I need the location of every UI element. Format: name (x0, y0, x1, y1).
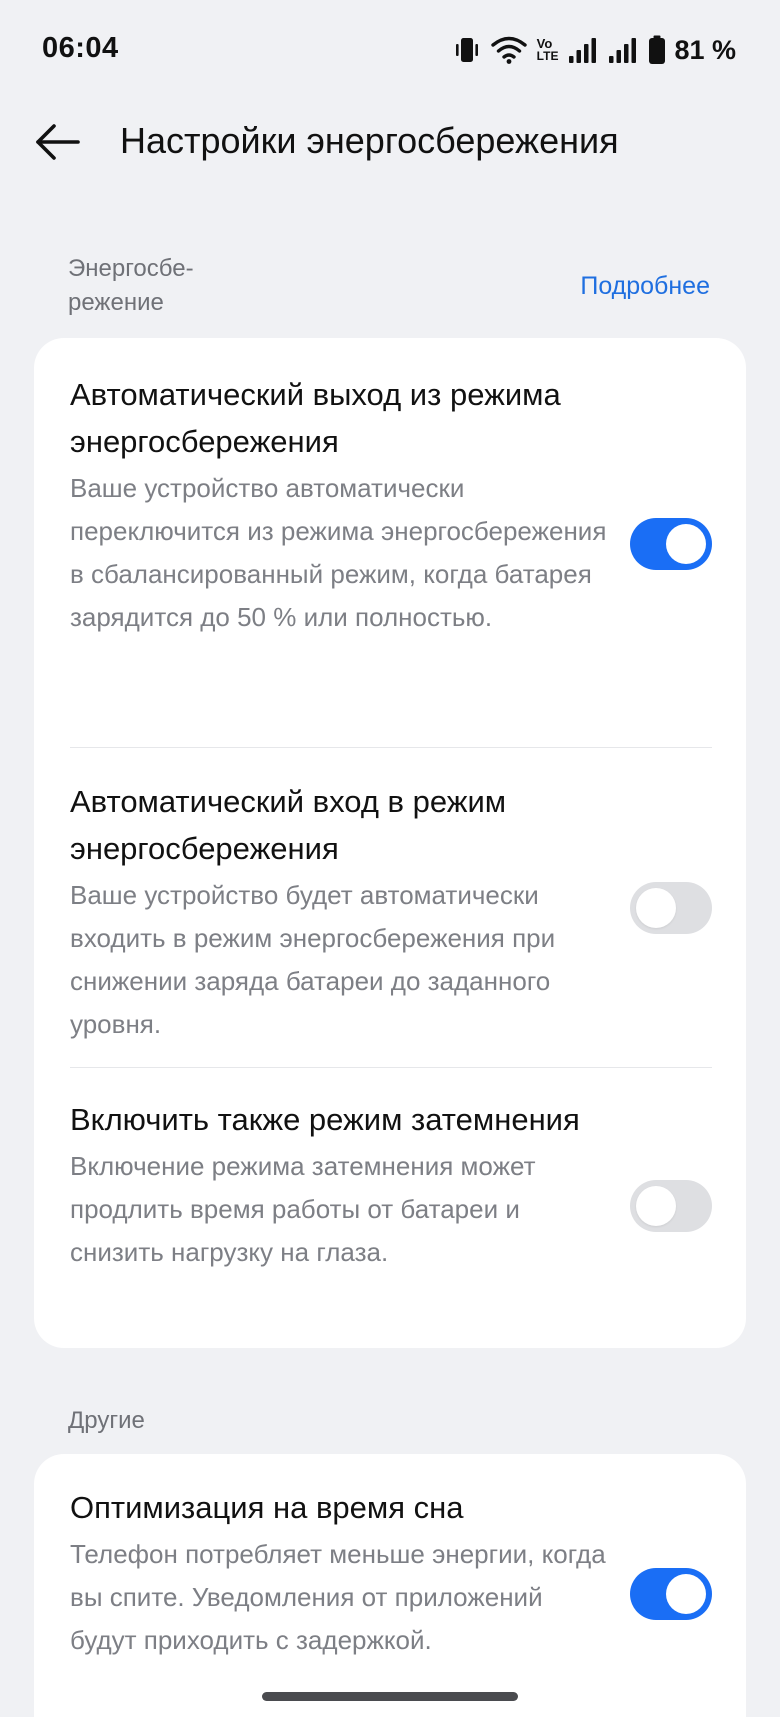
setting-title: Оптимизация на время сна (70, 1490, 464, 1525)
sleep-optimization-toggle[interactable] (630, 1568, 712, 1620)
setting-description: Включение режима затемнения может продли… (70, 1151, 536, 1267)
volte-icon: Vo LTE (537, 37, 559, 63)
setting-description: Ваше устройство автоматически переключит… (70, 473, 607, 632)
auto-exit-toggle[interactable] (630, 518, 712, 570)
toggle-knob (666, 524, 706, 564)
page-title: Настройки энергосбережения (120, 120, 619, 161)
section-label-line-1: Энергосбе- (68, 255, 194, 282)
setting-description: Телефон потребляет меньше энергии, когда… (70, 1539, 606, 1655)
status-icons: Vo LTE 81 % (453, 32, 736, 68)
auto-enter-toggle[interactable] (630, 882, 712, 934)
battery-percent: 81 % (674, 34, 736, 65)
setting-description: Ваше устройство будет автоматически вход… (70, 880, 556, 1039)
setting-row-dark-mode[interactable]: Включить также режим затемнения Включени… (34, 1068, 746, 1348)
vibrate-icon (453, 35, 481, 65)
setting-row-sleep-optimization[interactable]: Оптимизация на время сна Телефон потребл… (34, 1454, 746, 1717)
setting-title: Автоматический вход в режим энергосбереж… (70, 784, 507, 866)
status-time: 06:04 (42, 32, 119, 64)
more-info-link[interactable]: Подробнее (580, 272, 710, 301)
other-card: Оптимизация на время сна Телефон потребл… (34, 1454, 746, 1717)
section-label-power-saving: Энергосбе- режение (68, 252, 194, 320)
status-bar: 06:04 Vo LTE 81 % (0, 0, 780, 100)
app-header: Настройки энергосбережения (0, 100, 780, 190)
setting-title: Автоматический выход из режима энергосбе… (70, 377, 561, 459)
toggle-knob (636, 1186, 676, 1226)
toggle-knob (636, 888, 676, 928)
dark-mode-toggle[interactable] (630, 1180, 712, 1232)
setting-title: Включить также режим затемнения (70, 1102, 580, 1137)
section-label-line-2: режение (68, 289, 164, 316)
section-label-other: Другие (68, 1407, 145, 1434)
power-saving-card: Автоматический выход из режима энергосбе… (34, 338, 746, 1348)
back-button[interactable] (26, 112, 90, 176)
arrow-left-icon (34, 122, 82, 167)
setting-row-auto-exit[interactable]: Автоматический выход из режима энергосбе… (34, 338, 746, 748)
screen: 06:04 Vo LTE 81 % Настройки энергосбереж… (0, 0, 780, 1717)
wifi-icon (490, 36, 527, 64)
home-indicator[interactable] (262, 1692, 518, 1701)
toggle-knob (666, 1574, 706, 1614)
battery-icon (648, 35, 666, 65)
signal-1-icon (568, 36, 598, 64)
setting-row-auto-enter[interactable]: Автоматический вход в режим энергосбереж… (34, 748, 746, 1068)
signal-2-icon (608, 36, 638, 64)
volte-text-lte: LTE (536, 49, 559, 63)
